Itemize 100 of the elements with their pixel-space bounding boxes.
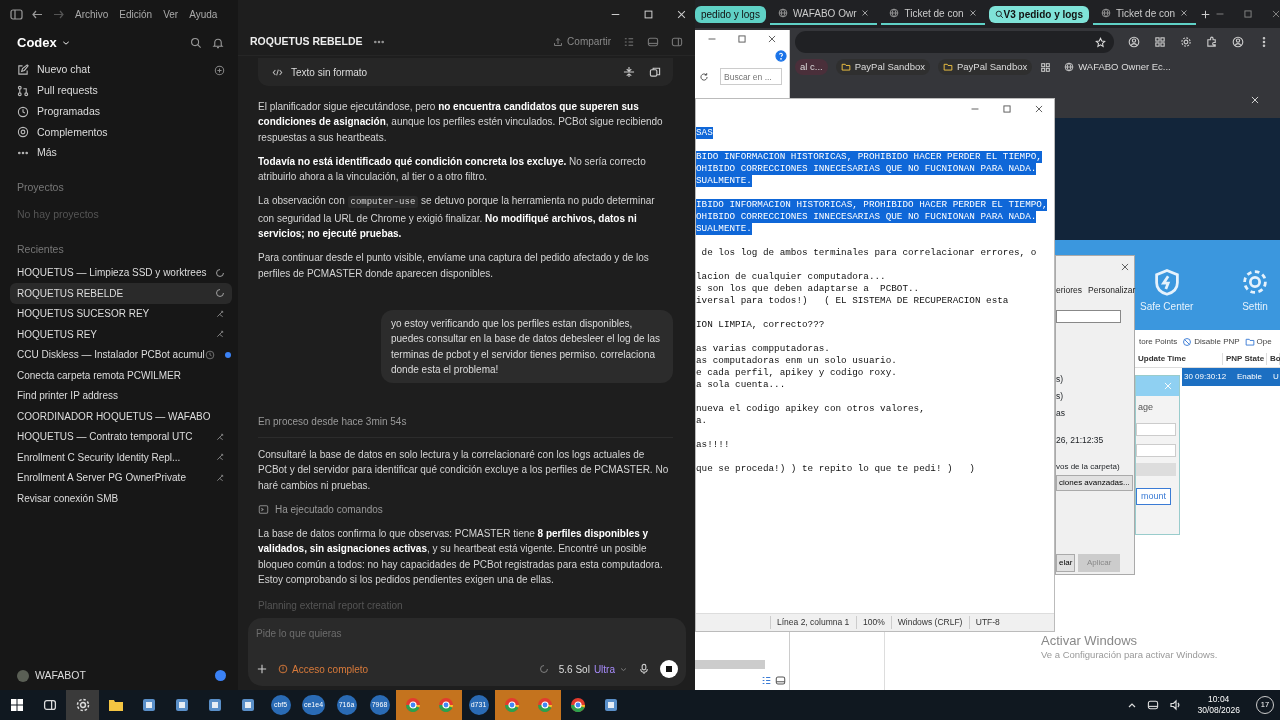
tab-group[interactable]: pedido y logs xyxy=(695,5,766,23)
close-icon[interactable] xyxy=(1034,104,1044,114)
sidebar-toggle-icon[interactable] xyxy=(10,7,23,21)
plus-icon[interactable] xyxy=(256,663,268,675)
bookmark-folder[interactable]: PayPal Sandbox xyxy=(835,58,930,76)
maximize-icon[interactable] xyxy=(643,8,654,20)
copy-icon[interactable] xyxy=(649,66,661,78)
plus-circle-icon[interactable] xyxy=(214,65,225,77)
model-selector[interactable]: 5.6 Sol Ultra xyxy=(558,661,628,677)
plus-icon[interactable] xyxy=(1200,8,1212,20)
refresh-icon[interactable] xyxy=(699,72,709,82)
search-field[interactable]: Buscar en ... xyxy=(720,68,782,85)
side-panel-icon xyxy=(42,698,57,712)
gear-icon xyxy=(1240,267,1270,297)
nav-item[interactable]: Programadas xyxy=(10,101,232,123)
gear-icon xyxy=(74,697,91,713)
browser-tab[interactable]: Ticket de con xyxy=(1093,3,1197,25)
chat-item[interactable]: HOQUETUS REY xyxy=(10,324,232,345)
app-switcher[interactable]: Codex xyxy=(17,33,71,53)
chat-item[interactable]: Enrollment A Server PG OwnerPrivate xyxy=(10,467,232,489)
profile-icon[interactable] xyxy=(1232,36,1244,48)
advanced-button[interactable]: ciones avanzadas... xyxy=(1056,475,1133,491)
code-block-label: Texto sin formato xyxy=(291,65,368,80)
toolbar-button[interactable]: Disable PNP xyxy=(1182,335,1240,348)
help-icon[interactable] xyxy=(775,50,787,62)
star-icon[interactable] xyxy=(1095,36,1106,48)
cancel-button[interactable]: elar xyxy=(1056,554,1076,572)
chat-item[interactable]: COORDINADOR HOQUETUS — WAFABO xyxy=(10,406,232,427)
chrome-icon xyxy=(437,697,454,713)
chat-item[interactable]: Find printer IP address xyxy=(10,385,232,407)
input-field[interactable] xyxy=(1136,422,1176,436)
close-icon[interactable] xyxy=(676,8,687,20)
share-button[interactable]: Compartir xyxy=(553,34,611,49)
status-text: En proceso desde hace 3min 54s xyxy=(258,414,673,439)
stop-button[interactable] xyxy=(660,660,678,678)
collapse-icon[interactable] xyxy=(623,66,635,78)
chat-item[interactable]: HOQUETUS — Contrato temporal UTC xyxy=(10,426,232,448)
input-field[interactable] xyxy=(1056,310,1121,323)
toolbar-button[interactable]: tore Points xyxy=(1139,335,1178,348)
toolbar-button[interactable]: Ope xyxy=(1244,335,1272,348)
chat-item[interactable]: CCU Diskless — Instalador PCBot acumul xyxy=(10,344,232,366)
avatar xyxy=(17,669,29,682)
tab-group[interactable]: V3 pedido y logs xyxy=(988,5,1090,23)
nav-item[interactable]: Más xyxy=(10,142,232,164)
menu-item[interactable]: Ayuda xyxy=(187,6,220,22)
microphone-icon[interactable] xyxy=(638,663,650,675)
close-icon[interactable] xyxy=(1120,262,1130,272)
dialog-tab[interactable]: eriores xyxy=(1056,284,1082,297)
close-icon[interactable] xyxy=(767,34,777,44)
empty-message: No hay proyectos xyxy=(16,207,100,223)
taskbar-app[interactable] xyxy=(66,690,99,720)
menu-item[interactable]: Archivo xyxy=(73,6,111,22)
table-row[interactable]: 30 09:30:12 Enable U xyxy=(1182,368,1280,386)
nav-item[interactable]: Complementos xyxy=(10,122,232,143)
browser-tab[interactable]: Ticket de con xyxy=(881,3,985,25)
folder-icon xyxy=(107,698,124,712)
chat-item[interactable]: HOQUETUS — Limpieza SSD y worktrees xyxy=(10,262,232,284)
clock[interactable]: 10:04 30/08/2026 xyxy=(1191,694,1246,716)
side-panel-icon[interactable] xyxy=(671,35,683,48)
speaker-icon[interactable] xyxy=(1169,699,1182,711)
close-icon[interactable] xyxy=(1180,9,1189,17)
download-badge[interactable] xyxy=(215,670,226,681)
chat-item[interactable]: Conecta carpeta remota PCWILMER xyxy=(10,365,232,386)
text-line: as!!!! xyxy=(696,439,731,451)
chat-item[interactable]: Enrollment C Security Identity Repl... xyxy=(10,447,232,468)
globe-icon xyxy=(1101,8,1112,18)
access-button[interactable]: Acceso completo xyxy=(278,661,369,677)
text-line: lacion de cualquier computadora... xyxy=(696,271,887,283)
profile-icon[interactable] xyxy=(1128,36,1140,48)
chat-item[interactable]: HOQUETUS SUCESOR REY xyxy=(10,303,232,325)
search-icon xyxy=(994,10,1004,20)
bookmark[interactable]: WAFABO Owner Ec... xyxy=(1059,58,1176,76)
browser-tab[interactable]: WAFABO Owr xyxy=(769,3,878,25)
user-name[interactable]: WAFABOT xyxy=(35,667,86,684)
list-icon[interactable] xyxy=(623,35,635,48)
branch-icon xyxy=(215,431,225,442)
tool-summary[interactable]: Ha ejecutado comandos xyxy=(275,502,383,518)
input-field[interactable] xyxy=(1136,443,1176,457)
panel-icon[interactable] xyxy=(775,675,786,686)
puzzle-icon[interactable] xyxy=(1206,36,1218,48)
menu-item[interactable]: Ver xyxy=(161,6,181,22)
apps-grid-icon[interactable] xyxy=(1154,36,1166,48)
message-input[interactable]: Pide lo que quieras xyxy=(256,626,678,641)
branch-icon xyxy=(215,472,225,483)
dialog-tab[interactable]: Personalizar xyxy=(1088,284,1136,297)
bookmark-folder[interactable]: PayPal Sandbox xyxy=(937,58,1033,76)
gear-icon[interactable] xyxy=(1180,36,1192,48)
nav-item[interactable]: Pull requests xyxy=(10,80,232,102)
bookmark[interactable]: al c... xyxy=(795,58,828,76)
close-icon[interactable] xyxy=(1271,9,1280,19)
search-icon[interactable] xyxy=(190,37,202,49)
chat-item[interactable]: Revisar conexión SMB xyxy=(10,488,232,509)
bell-icon[interactable] xyxy=(212,37,224,49)
menu-item[interactable]: Edición xyxy=(117,6,155,22)
status-text: Windows (CRLF) xyxy=(890,616,969,629)
chat-item[interactable]: ROQUETUS REBELDE xyxy=(10,283,232,304)
mount-button[interactable]: mount xyxy=(1136,487,1171,505)
list-icon[interactable] xyxy=(761,675,772,686)
nav-item[interactable]: Nuevo chat xyxy=(10,60,232,81)
apps-grid-icon[interactable] xyxy=(1040,61,1052,73)
